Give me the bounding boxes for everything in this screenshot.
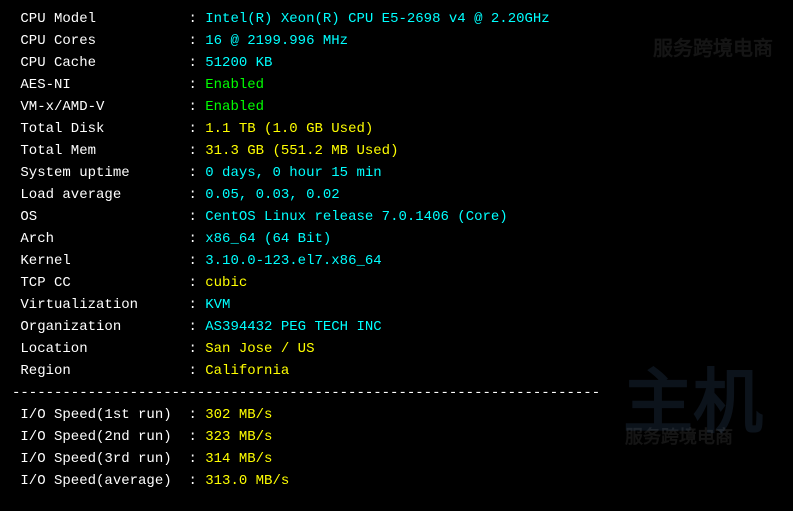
colon-separator: : xyxy=(188,55,205,71)
info-value: Enabled xyxy=(205,77,264,93)
colon-separator: : xyxy=(188,429,205,445)
info-row: Virtualization : KVM xyxy=(12,294,781,316)
info-row: I/O Speed(1st run) : 302 MB/s xyxy=(12,404,781,426)
info-label: AES-NI xyxy=(12,77,188,93)
colon-separator: : xyxy=(188,341,205,357)
info-label: OS xyxy=(12,209,188,225)
info-value: 1.1 TB (1.0 GB Used) xyxy=(205,121,373,137)
colon-separator: : xyxy=(188,363,205,379)
info-row: CPU Cores : 16 @ 2199.996 MHz xyxy=(12,30,781,52)
colon-separator: : xyxy=(188,319,205,335)
info-value: 314 MB/s xyxy=(205,451,272,467)
colon-separator: : xyxy=(188,99,205,115)
info-row: OS : CentOS Linux release 7.0.1406 (Core… xyxy=(12,206,781,228)
info-value: 0 days, 0 hour 15 min xyxy=(205,165,381,181)
info-value: Enabled xyxy=(205,99,264,115)
info-row: CPU Cache : 51200 KB xyxy=(12,52,781,74)
info-label: CPU Cores xyxy=(12,33,188,49)
info-value: CentOS Linux release 7.0.1406 (Core) xyxy=(205,209,507,225)
info-value: 313.0 MB/s xyxy=(205,473,289,489)
info-label: Kernel xyxy=(12,253,188,269)
colon-separator: : xyxy=(188,407,205,423)
colon-separator: : xyxy=(188,11,205,27)
info-label: CPU Cache xyxy=(12,55,188,71)
info-value: 16 @ 2199.996 MHz xyxy=(205,33,348,49)
info-row: Arch : x86_64 (64 Bit) xyxy=(12,228,781,250)
io-speed-block: I/O Speed(1st run) : 302 MB/s I/O Speed(… xyxy=(12,404,781,492)
info-label: Location xyxy=(12,341,188,357)
info-label: Load average xyxy=(12,187,188,203)
colon-separator: : xyxy=(188,473,205,489)
info-value: cubic xyxy=(205,275,247,291)
info-row: Total Disk : 1.1 TB (1.0 GB Used) xyxy=(12,118,781,140)
info-value: AS394432 PEG TECH INC xyxy=(205,319,381,335)
colon-separator: : xyxy=(188,297,205,313)
info-label: CPU Model xyxy=(12,11,188,27)
info-label: Total Mem xyxy=(12,143,188,159)
info-row: Location : San Jose / US xyxy=(12,338,781,360)
colon-separator: : xyxy=(188,77,205,93)
info-row: Total Mem : 31.3 GB (551.2 MB Used) xyxy=(12,140,781,162)
colon-separator: : xyxy=(188,231,205,247)
info-value: San Jose / US xyxy=(205,341,314,357)
info-value: 3.10.0-123.el7.x86_64 xyxy=(205,253,381,269)
info-row: Organization : AS394432 PEG TECH INC xyxy=(12,316,781,338)
info-row: Kernel : 3.10.0-123.el7.x86_64 xyxy=(12,250,781,272)
info-row: Load average : 0.05, 0.03, 0.02 xyxy=(12,184,781,206)
info-value: California xyxy=(205,363,289,379)
info-row: Region : California xyxy=(12,360,781,382)
info-value: 323 MB/s xyxy=(205,429,272,445)
info-value: KVM xyxy=(205,297,230,313)
terminal-output: CPU Model : Intel(R) Xeon(R) CPU E5-2698… xyxy=(12,8,781,492)
info-value: 0.05, 0.03, 0.02 xyxy=(205,187,339,203)
info-label: I/O Speed(1st run) xyxy=(12,407,188,423)
colon-separator: : xyxy=(188,143,205,159)
info-label: Organization xyxy=(12,319,188,335)
colon-separator: : xyxy=(188,209,205,225)
info-value: 51200 KB xyxy=(205,55,272,71)
info-label: System uptime xyxy=(12,165,188,181)
info-value: 302 MB/s xyxy=(205,407,272,423)
info-label: I/O Speed(3rd run) xyxy=(12,451,188,467)
info-value: x86_64 (64 Bit) xyxy=(205,231,331,247)
info-label: Arch xyxy=(12,231,188,247)
info-row: AES-NI : Enabled xyxy=(12,74,781,96)
divider-line: ----------------------------------------… xyxy=(12,382,781,404)
info-label: VM-x/AMD-V xyxy=(12,99,188,115)
info-label: Virtualization xyxy=(12,297,188,313)
info-label: TCP CC xyxy=(12,275,188,291)
info-label: Region xyxy=(12,363,188,379)
colon-separator: : xyxy=(188,165,205,181)
colon-separator: : xyxy=(188,253,205,269)
info-value: Intel(R) Xeon(R) CPU E5-2698 v4 @ 2.20GH… xyxy=(205,11,549,27)
info-label: I/O Speed(average) xyxy=(12,473,188,489)
info-row: I/O Speed(2nd run) : 323 MB/s xyxy=(12,426,781,448)
info-label: I/O Speed(2nd run) xyxy=(12,429,188,445)
colon-separator: : xyxy=(188,451,205,467)
info-label: Total Disk xyxy=(12,121,188,137)
info-row: System uptime : 0 days, 0 hour 15 min xyxy=(12,162,781,184)
info-value: 31.3 GB (551.2 MB Used) xyxy=(205,143,398,159)
info-row: TCP CC : cubic xyxy=(12,272,781,294)
info-row: VM-x/AMD-V : Enabled xyxy=(12,96,781,118)
colon-separator: : xyxy=(188,187,205,203)
colon-separator: : xyxy=(188,121,205,137)
info-row: I/O Speed(average) : 313.0 MB/s xyxy=(12,470,781,492)
colon-separator: : xyxy=(188,33,205,49)
system-info-block: CPU Model : Intel(R) Xeon(R) CPU E5-2698… xyxy=(12,8,781,382)
info-row: I/O Speed(3rd run) : 314 MB/s xyxy=(12,448,781,470)
colon-separator: : xyxy=(188,275,205,291)
info-row: CPU Model : Intel(R) Xeon(R) CPU E5-2698… xyxy=(12,8,781,30)
